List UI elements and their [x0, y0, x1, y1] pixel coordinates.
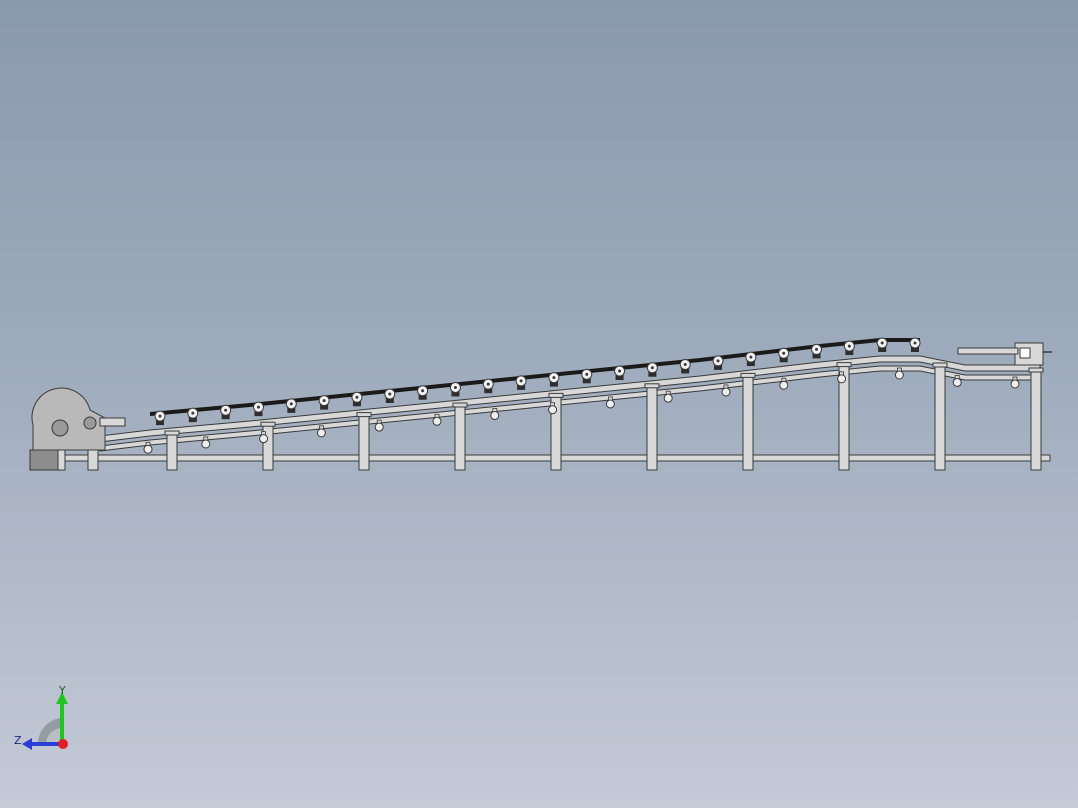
leg-cap	[932, 362, 948, 368]
tail-rail	[957, 347, 1019, 355]
support-leg	[742, 375, 754, 471]
tail-end-unit	[957, 342, 1052, 366]
leg-cap	[356, 412, 372, 418]
carrying-rollers	[154, 337, 921, 426]
roller-axle	[716, 359, 720, 363]
return-roller	[432, 416, 442, 426]
roller-axle	[256, 405, 260, 409]
leg-cap	[644, 383, 660, 389]
roller-axle	[486, 382, 490, 386]
return-roller	[837, 374, 847, 384]
support-leg	[166, 433, 178, 471]
roller-axle	[191, 411, 195, 415]
conveyor-model[interactable]	[0, 0, 1078, 808]
roller-axle	[289, 402, 293, 406]
leg-cap	[740, 372, 756, 378]
return-roller	[721, 387, 731, 397]
support-leg	[358, 415, 370, 471]
roller-axle	[650, 366, 654, 370]
coordinate-triad-icon: Y Z	[14, 684, 68, 750]
return-roller	[548, 405, 558, 415]
roller-axle	[519, 379, 523, 383]
roller-axle	[552, 376, 556, 380]
return-roller	[952, 377, 962, 387]
return-roller	[490, 411, 500, 421]
return-rollers	[143, 367, 1020, 454]
roller-axle	[585, 372, 589, 376]
leg-cap	[836, 362, 852, 368]
roller-axle	[453, 385, 457, 389]
support-leg	[454, 405, 466, 471]
roller-axle	[388, 392, 392, 396]
y-axis-label: Y	[58, 684, 66, 697]
head-bracket	[99, 417, 126, 427]
support-leg	[646, 386, 658, 471]
return-roller	[894, 370, 904, 380]
motor-base	[29, 449, 59, 471]
leg-cap	[1028, 367, 1044, 373]
roller-axle	[421, 389, 425, 393]
return-roller	[374, 422, 384, 432]
leg-cap	[164, 430, 180, 436]
roller-axle	[683, 362, 687, 366]
roller-axle	[815, 347, 819, 351]
return-roller	[663, 393, 673, 403]
leg-cap	[548, 392, 564, 398]
return-roller	[201, 439, 211, 449]
tail-take-up	[1019, 347, 1031, 359]
return-roller	[605, 399, 615, 409]
return-roller	[316, 428, 326, 438]
roller-axle	[322, 399, 326, 403]
roller-axle	[355, 395, 359, 399]
x-axis-dot-icon	[58, 739, 68, 749]
roller-axle	[880, 341, 884, 345]
return-roller	[1010, 379, 1020, 389]
base-rail	[39, 454, 1051, 462]
cad-viewport[interactable]: Y Z	[0, 0, 1078, 808]
roller-axle	[158, 414, 162, 418]
roller-axle	[847, 344, 851, 348]
return-roller	[779, 380, 789, 390]
roller-axle	[749, 355, 753, 359]
roller-axle	[782, 351, 786, 355]
leg-cap	[452, 402, 468, 408]
return-roller	[259, 434, 269, 444]
roller-axle	[913, 341, 917, 345]
leg-cap	[260, 421, 276, 427]
roller-axle	[618, 369, 622, 373]
support-leg	[934, 365, 946, 471]
roller-axle	[224, 408, 228, 412]
return-roller	[143, 444, 153, 454]
z-axis-label: Z	[14, 734, 22, 747]
head-pulley	[83, 416, 97, 430]
drive-pulley	[51, 419, 69, 437]
support-leg	[1030, 370, 1042, 471]
